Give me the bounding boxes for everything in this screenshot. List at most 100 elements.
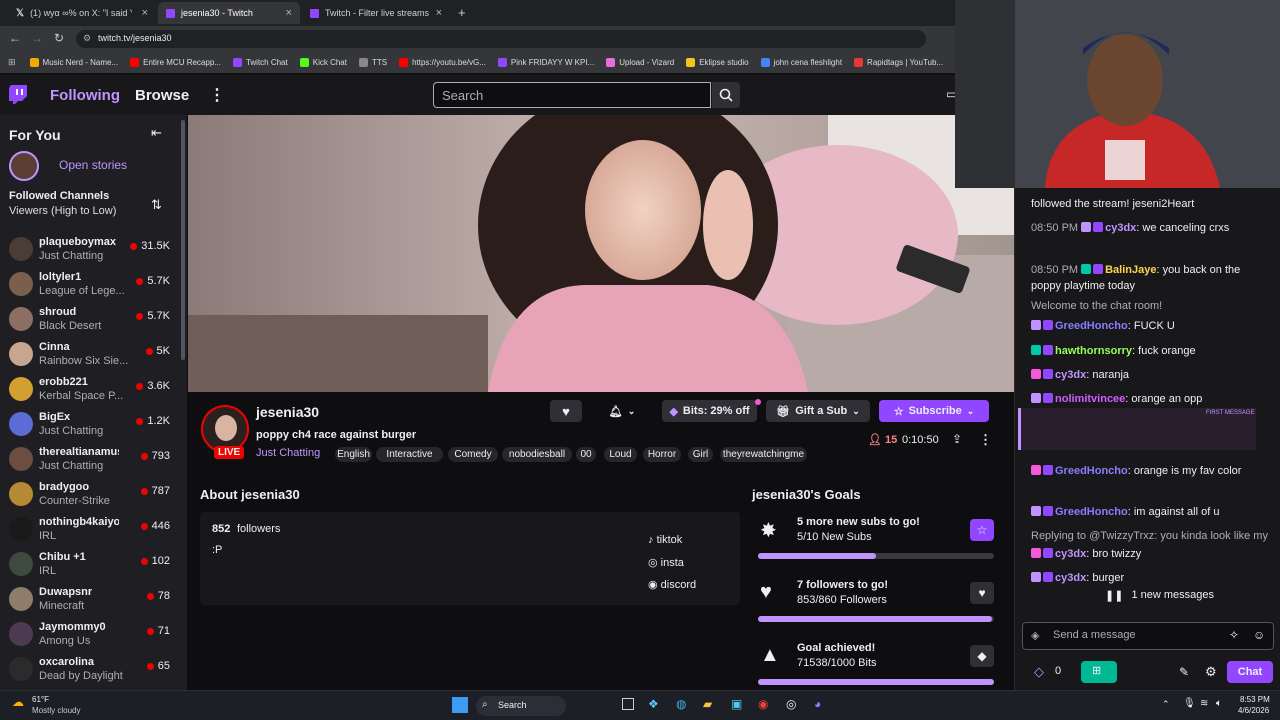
windows-start-icon[interactable] — [452, 697, 468, 713]
goal-action-button[interactable]: ◆ — [970, 645, 994, 667]
tray-chevron-icon[interactable]: ⌃ — [1162, 699, 1170, 710]
url-field[interactable]: ⚙ twitch.tv/jesenia30 — [76, 30, 926, 48]
bookmark-item[interactable]: Rapidtags | YouTub... — [854, 58, 943, 67]
taskbar-search[interactable]: ⌕ Search — [476, 696, 566, 716]
browser-tab-filter[interactable]: Twitch - Filter live streams × — [302, 2, 450, 24]
stories-avatar[interactable] — [9, 151, 39, 181]
collapse-sidebar-icon[interactable]: ⇤ — [151, 125, 162, 141]
stream-tag[interactable]: Comedy — [448, 447, 498, 462]
points-bonus-button[interactable]: ⊞ — [1081, 661, 1117, 683]
site-info-icon[interactable]: ⚙ — [83, 33, 91, 44]
edge-icon[interactable]: ◍ — [676, 697, 686, 711]
stream-tag[interactable]: Girl — [688, 447, 713, 462]
more-icon[interactable]: ⋮ — [209, 85, 225, 105]
sidebar-channel-item[interactable]: Jaymommy0 Among Us 71 — [0, 618, 180, 653]
chat-username[interactable]: BalinJaye — [1105, 264, 1156, 276]
bookmark-item[interactable]: john cena fleshlight — [760, 58, 842, 67]
bookmark-item[interactable]: Upload - Vizard — [606, 58, 674, 67]
notifications-button[interactable]: 🔔︎ ⌄ — [599, 400, 645, 422]
more-options-icon[interactable]: ⋮ — [979, 432, 992, 448]
hype-icon[interactable]: ✎ — [1179, 665, 1189, 679]
chat-username[interactable]: cy3dx — [1055, 369, 1086, 381]
browser-tab-x[interactable]: 𝕏 (1) wyα ∞% on X: "I said YES!!! × — [8, 2, 156, 24]
bookmark-item[interactable]: Eklipse studio — [686, 58, 749, 67]
sort-icon[interactable]: ⇅ — [151, 197, 162, 213]
bookmark-item[interactable]: https://youtu.be/vG... — [399, 58, 486, 67]
link-insta[interactable]: ◎ insta — [648, 556, 684, 569]
chat-username[interactable]: GreedHoncho — [1055, 506, 1128, 518]
stream-tag[interactable]: English — [335, 447, 372, 462]
stream-tag[interactable]: Horror — [643, 447, 681, 462]
bits-button[interactable]: ◆ Bits: 29% off — [662, 400, 757, 422]
bookmark-item[interactable]: Pink FRIDAYY W KPI... — [497, 58, 594, 67]
chat-username[interactable]: nolimitvincee — [1055, 393, 1125, 405]
copilot-icon[interactable]: ❖ — [648, 697, 659, 711]
close-icon[interactable]: × — [142, 7, 148, 19]
sidebar-channel-item[interactable]: bradygoo Counter-Strike 787 — [0, 478, 180, 513]
chat-username[interactable]: hawthornsorry — [1055, 345, 1132, 357]
sidebar-channel-item[interactable]: loltyler1 League of Lege... 5.7K — [0, 268, 180, 303]
new-messages-button[interactable]: ❚❚ 1 new messages — [1095, 584, 1224, 606]
discord-icon[interactable]: ◕ — [814, 697, 821, 711]
reload-icon[interactable]: ↻ — [54, 31, 64, 45]
chat-username[interactable]: GreedHoncho — [1055, 465, 1128, 477]
bookmark-item[interactable]: Entire MCU Recapp... — [130, 58, 221, 67]
volume-icon[interactable]: 🔈︎ — [1216, 698, 1222, 709]
forward-icon[interactable]: → — [31, 31, 43, 45]
bookmark-item[interactable]: Kick Chat — [299, 58, 347, 67]
back-icon[interactable]: ← — [9, 31, 21, 45]
chat-badge-icon[interactable]: ◈ — [1031, 629, 1039, 642]
mic-icon[interactable]: 🎙︎ — [1183, 698, 1196, 709]
task-view-icon[interactable] — [622, 698, 634, 710]
close-icon[interactable]: × — [436, 7, 442, 19]
stream-tag[interactable]: Loud — [604, 447, 637, 462]
chat-input[interactable]: ◈ Send a message ✧ ☺ — [1022, 622, 1274, 650]
subscribe-button[interactable]: ☆ Subscribe ⌄ — [879, 400, 989, 422]
channel-points-icon[interactable]: ◇ — [1034, 664, 1044, 680]
store-icon[interactable]: ▣ — [731, 697, 742, 711]
obs-icon[interactable]: ◎ — [786, 697, 796, 711]
goal-action-button[interactable]: ☆ — [970, 519, 994, 541]
sidebar-channel-item[interactable]: BigEx Just Chatting 1.2K — [0, 408, 180, 443]
bookmark-item[interactable]: Twitch Chat — [232, 58, 288, 67]
video-player[interactable] — [188, 115, 1014, 392]
stream-tag[interactable]: 00 — [576, 447, 596, 462]
sparkle-icon[interactable]: ✧ — [1229, 628, 1239, 642]
emote-icon[interactable]: ☺ — [1253, 628, 1265, 642]
chat-username[interactable]: cy3dx — [1105, 222, 1136, 234]
sidebar-channel-item[interactable]: oxcarolina Dead by Daylight 65 — [0, 653, 180, 688]
sidebar-scrollbar[interactable] — [181, 120, 185, 360]
weather-icon[interactable]: ☁ — [12, 695, 24, 709]
chat-username[interactable]: GreedHoncho — [1055, 320, 1128, 332]
stream-tag[interactable]: nobodiesball — [502, 447, 572, 462]
gear-icon[interactable]: ⚙ — [1205, 664, 1217, 680]
chrome-icon[interactable]: ◉ — [758, 697, 768, 711]
link-tiktok[interactable]: ♪ tiktok — [648, 534, 682, 546]
gift-sub-button[interactable]: 🎁︎ Gift a Sub ⌄ — [766, 400, 870, 422]
nav-following[interactable]: Following — [50, 87, 120, 104]
sidebar-channel-item[interactable]: plaqueboymax Just Chatting 31.5K — [0, 233, 180, 268]
search-input[interactable]: Search — [433, 82, 711, 108]
nav-browse[interactable]: Browse — [135, 87, 189, 104]
wifi-icon[interactable]: ≋ — [1200, 698, 1208, 709]
close-icon[interactable]: × — [286, 7, 292, 19]
chat-send-button[interactable]: Chat — [1227, 661, 1273, 683]
browser-tab-twitch[interactable]: jesenia30 - Twitch × — [158, 2, 300, 24]
sidebar-channel-item[interactable]: Duwapsnr Minecraft 78 — [0, 583, 180, 618]
stream-tag[interactable]: theyrewatchingme — [720, 447, 807, 462]
sidebar-channel-item[interactable]: nothingb4kaiyo IRL 446 — [0, 513, 180, 548]
sidebar-channel-item[interactable]: Chibu +1 IRL 102 — [0, 548, 180, 583]
chat-username[interactable]: cy3dx — [1055, 548, 1086, 560]
link-discord[interactable]: ◉ discord — [648, 578, 696, 591]
sidebar-channel-item[interactable]: erobb221 Kerbal Space P... 3.6K — [0, 373, 180, 408]
sidebar-channel-item[interactable]: therealtianamus... Just Chatting 793 — [0, 443, 180, 478]
apps-icon[interactable]: ⊞ — [8, 57, 16, 68]
stream-category[interactable]: Just Chatting — [256, 447, 320, 459]
chat-username[interactable]: cy3dx — [1055, 572, 1086, 584]
follow-button[interactable]: ♥ — [550, 400, 582, 422]
bookmark-item[interactable]: Music Nerd - Name... — [29, 58, 118, 67]
twitch-logo-icon[interactable] — [9, 85, 27, 105]
new-tab-button[interactable]: + — [458, 5, 466, 20]
stream-tag[interactable]: Interactive — [376, 447, 443, 462]
goal-action-button[interactable]: ♥ — [970, 582, 994, 604]
